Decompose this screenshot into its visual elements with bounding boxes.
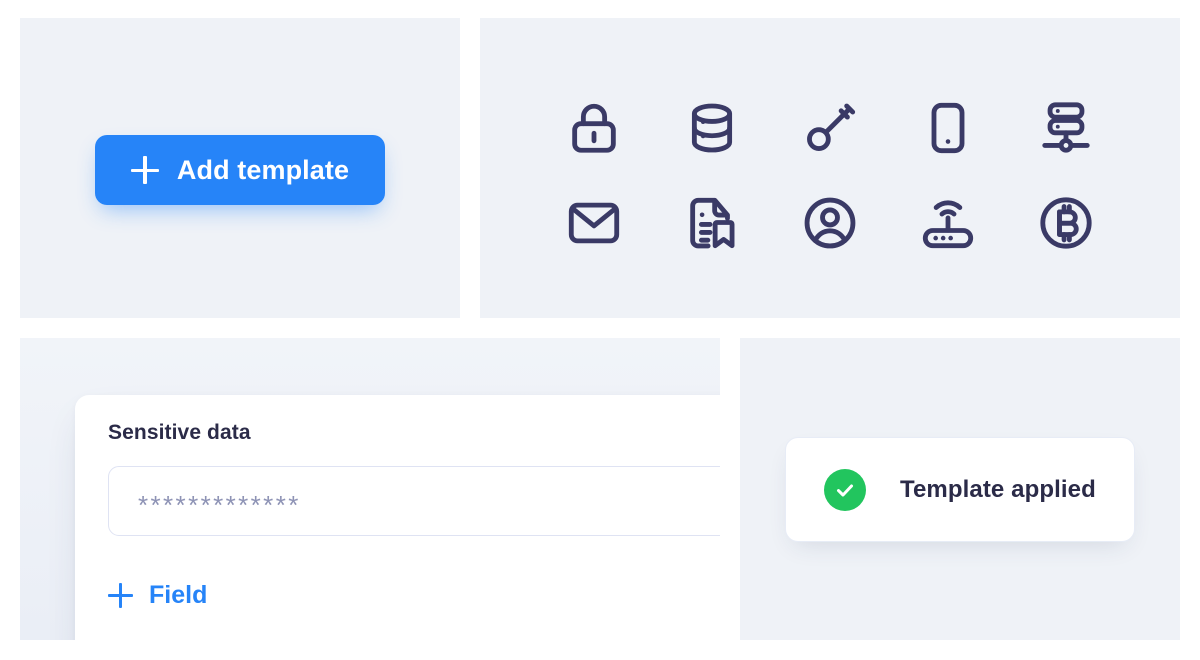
lock-icon[interactable] (559, 93, 629, 163)
toast-preview-panel: Template applied (740, 338, 1180, 640)
key-icon[interactable] (795, 93, 865, 163)
add-field-button[interactable]: Field (108, 575, 207, 615)
icon-gallery-panel (480, 18, 1180, 318)
mobile-icon[interactable] (913, 93, 983, 163)
sensitive-data-label: Sensitive data (108, 421, 251, 444)
add-template-panel: Add template (20, 18, 460, 318)
sensitive-data-input[interactable]: ************* (108, 466, 720, 536)
icon-grid (535, 80, 1125, 270)
add-template-button[interactable]: Add template (95, 135, 385, 205)
bitcoin-icon[interactable] (1031, 188, 1101, 258)
plus-icon (108, 582, 133, 608)
form-preview-panel: Sensitive data ************* Field (20, 338, 720, 640)
sensitive-data-value: ************* (138, 490, 301, 520)
plus-icon (130, 156, 159, 184)
add-template-button-label: Add template (176, 154, 350, 185)
database-icon[interactable] (677, 93, 747, 163)
sensitive-data-card: Sensitive data ************* Field (75, 395, 720, 640)
template-applied-toast: Template applied (785, 437, 1135, 542)
user-circle-icon[interactable] (795, 188, 865, 258)
screenshot-root: Add template Sensitive data ************… (0, 0, 1200, 660)
check-circle-icon (824, 468, 866, 511)
envelope-icon[interactable] (559, 188, 629, 258)
server-network-icon[interactable] (1031, 93, 1101, 163)
toast-message: Template applied (900, 475, 1096, 503)
document-bookmark-icon[interactable] (677, 188, 747, 258)
wifi-router-icon[interactable] (913, 188, 983, 258)
add-field-label: Field (149, 580, 208, 609)
